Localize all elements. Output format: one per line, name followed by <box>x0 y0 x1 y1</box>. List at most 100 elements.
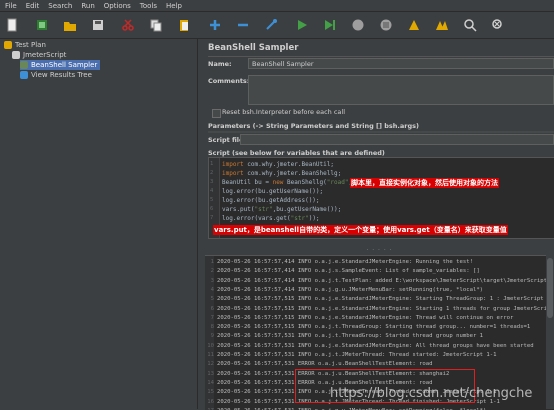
log-line-number: 13 <box>207 370 214 377</box>
toggle-icon <box>266 19 277 30</box>
comments-label: Comments: <box>208 77 250 85</box>
log-line-text: 2020-05-26 16:57:57,531 ERROR o.a.j.u.Be… <box>217 361 433 368</box>
log-line-number: 15 <box>207 389 214 396</box>
script-file-field[interactable] <box>240 134 554 145</box>
script-label: Script (see below for variables that are… <box>208 149 385 157</box>
toggle-button[interactable] <box>262 16 280 34</box>
log-line-text: 2020-05-26 16:57:57,414 INFO o.a.j.t.Tes… <box>217 277 554 284</box>
log-line-text: 2020-05-26 16:57:57,531 INFO o.a.j.t.JMe… <box>217 352 497 358</box>
code-line: log.error(bu.getAddress()); <box>222 196 320 205</box>
sampler-icon <box>20 61 28 69</box>
log-line: 1 2020-05-26 16:57:57,414 INFO o.a.j.e.St… <box>205 258 473 267</box>
parameters-label: Parameters (-> String Parameters and Str… <box>208 122 419 130</box>
code-line: import com.why.jmeter.BeanUtil; <box>222 160 334 169</box>
code-token: com.why.jmeter.BeanShellg; <box>247 170 342 177</box>
stop-icon <box>352 19 364 31</box>
code-line: vars.put("str",bu.getUserName()); <box>222 205 341 214</box>
tree-item-label: BeanShell Sampler <box>31 61 98 69</box>
start-no-pauses-button[interactable] <box>321 16 339 34</box>
code-token: "road" <box>326 179 349 186</box>
watermark: https://blog.csdn.net/chengche <box>330 386 533 401</box>
reset-interpreter-label: Reset bsh.Interpreter before each call <box>222 108 346 116</box>
tree-item-beanshell-sampler[interactable]: BeanShell Sampler <box>20 60 101 70</box>
cut-button[interactable] <box>119 16 137 34</box>
shutdown-icon <box>380 19 392 31</box>
script-file-label: Script file <box>208 136 244 144</box>
reset-interpreter-checkbox[interactable] <box>212 109 221 118</box>
log-line: 10 2020-05-26 16:57:57,531 INFO o.a.j.e.S… <box>205 342 533 351</box>
tree-item-jmeterscript[interactable]: JmeterScript <box>12 50 66 60</box>
line-number: 5 <box>210 197 214 203</box>
collapse-icon <box>238 23 248 27</box>
log-line: 9 2020-05-26 16:57:57,531 INFO o.a.j.t.Th… <box>205 332 483 341</box>
line-number: 3 <box>210 179 214 185</box>
menu-tools[interactable]: Tools <box>140 2 157 10</box>
stop-button[interactable] <box>349 16 367 34</box>
log-line-text: 2020-05-26 16:57:57,515 INFO o.a.j.e.Sta… <box>217 314 514 321</box>
split-divider[interactable]: · · · · · <box>205 247 554 254</box>
code-token: import <box>222 170 248 177</box>
line-number: 1 <box>210 161 214 167</box>
save-button[interactable] <box>89 16 107 34</box>
code-line: log.error(bu.getUserName()); <box>222 187 323 196</box>
log-line-number: 6 <box>210 305 214 312</box>
menu-run[interactable]: Run <box>81 2 94 10</box>
clear-all-button[interactable] <box>433 16 451 34</box>
menu-file[interactable]: File <box>5 2 17 10</box>
code-token: BeanUtil bu = <box>222 179 273 186</box>
comments-field[interactable] <box>248 75 554 105</box>
menu-help[interactable]: Help <box>166 2 182 10</box>
line-number: 4 <box>210 188 214 194</box>
open-button[interactable] <box>61 16 79 34</box>
code-token: com.why.jmeter.BeanUtil; <box>247 161 334 168</box>
expand-button[interactable] <box>206 16 224 34</box>
start-button[interactable] <box>293 16 311 34</box>
test-plan-icon <box>4 41 12 49</box>
log-line: 8 2020-05-26 16:57:57,515 INFO o.a.j.t.Th… <box>205 323 531 332</box>
new-button[interactable] <box>3 16 21 34</box>
menu-search[interactable]: Search <box>48 2 72 10</box>
tree-item-label: JmeterScript <box>23 51 67 59</box>
annotation-note-2: vars.put，是beanshell自带的类，定义一个变量；使用vars.ge… <box>213 225 508 235</box>
log-line-number: 8 <box>210 324 214 331</box>
menu-edit[interactable]: Edit <box>26 2 40 10</box>
paste-button[interactable] <box>175 16 193 34</box>
collapse-button[interactable] <box>234 16 252 34</box>
log-line: 3 2020-05-26 16:57:57,414 INFO o.a.j.t.Te… <box>205 277 554 286</box>
name-label: Name: <box>208 60 232 68</box>
parameters-field[interactable] <box>208 131 554 133</box>
log-line-text: 2020-05-26 16:57:57,414 INFO o.a.j.e.Sta… <box>217 259 473 265</box>
page-title: BeanShell Sampler <box>208 43 299 53</box>
log-line-number: 11 <box>207 352 214 358</box>
name-field[interactable]: BeanShell Sampler <box>248 58 554 69</box>
log-line-text: 2020-05-26 16:57:57,515 INFO o.a.j.t.Thr… <box>217 324 531 331</box>
log-line-number: 12 <box>207 361 214 368</box>
log-line-number: 5 <box>210 296 214 303</box>
tree-item-view-results-tree[interactable]: View Results Tree <box>20 70 92 80</box>
line-number: 7 <box>210 215 214 221</box>
reset-search-icon <box>492 19 502 29</box>
cut-icon <box>122 19 134 31</box>
log-scrollbar-thumb[interactable] <box>547 258 553 318</box>
templates-button[interactable] <box>33 16 51 34</box>
log-line: 5 2020-05-26 16:57:57,515 INFO o.a.j.e.St… <box>205 295 544 304</box>
log-line-number: 16 <box>207 398 214 405</box>
shutdown-button[interactable] <box>377 16 395 34</box>
tree-item-test-plan[interactable]: Test Plan <box>4 40 46 50</box>
new-icon <box>7 18 17 32</box>
toolbar <box>0 12 554 39</box>
reset-search-button[interactable] <box>489 16 507 34</box>
clear-button[interactable] <box>405 16 423 34</box>
templates-icon <box>37 20 47 30</box>
code-token: )); <box>308 215 320 222</box>
code-token: log.error(bu.getUserName()); <box>222 188 324 195</box>
log-line-number: 2 <box>210 268 214 275</box>
menu-bar: File Edit Search Run Options Tools Help <box>0 0 554 12</box>
line-number: 6 <box>210 206 214 212</box>
code-token: BeanShellg( <box>287 179 327 186</box>
search-button[interactable] <box>461 16 479 34</box>
code-token: ,bu.getUserName()); <box>272 206 342 213</box>
menu-options[interactable]: Options <box>104 2 131 10</box>
log-line: 4 2020-05-26 16:57:57,414 INFO o.a.j.g.u.… <box>205 286 483 295</box>
copy-button[interactable] <box>147 16 165 34</box>
